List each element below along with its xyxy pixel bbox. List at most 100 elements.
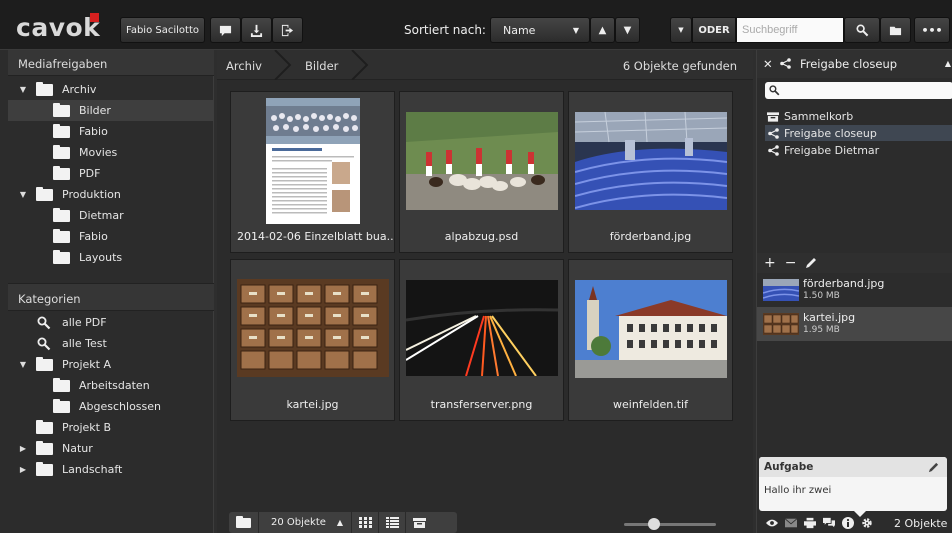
folder-icon: [36, 419, 53, 434]
logout-button[interactable]: [272, 17, 303, 43]
arrow-down-icon: ▼: [623, 24, 632, 36]
tree-item[interactable]: Bilder: [8, 100, 214, 121]
user-button[interactable]: Fabio Sacilotto: [120, 17, 205, 43]
download-button[interactable]: [241, 17, 272, 43]
sort-ascending-button[interactable]: ▲: [590, 17, 615, 43]
share-item-label: Freigabe closeup: [784, 126, 877, 140]
thumbnail-label: kartei.jpg: [286, 398, 339, 411]
sort-select[interactable]: Name ▼: [490, 17, 590, 43]
tree-item[interactable]: ▼ Projekt A: [8, 354, 214, 375]
expanded-arrow-icon[interactable]: ▼: [18, 360, 28, 369]
share-item-sammelkorb[interactable]: Sammelkorb: [765, 108, 952, 124]
tree-item-label: PDF: [79, 167, 101, 180]
page-size-select[interactable]: 20 Objekte ▲: [259, 512, 352, 533]
thumbnail-card[interactable]: 2014-02-06 Einzelblatt bua...: [230, 91, 395, 253]
tree-item[interactable]: ▶ Landschaft: [8, 459, 214, 480]
share-header: ✕ Freigabe closeup ▲: [757, 50, 952, 78]
tree-item[interactable]: Fabio: [8, 121, 214, 142]
folder-icon: [53, 144, 70, 159]
arrow-up-icon: ▲: [336, 518, 343, 527]
tree-item[interactable]: Abgeschlossen: [8, 396, 214, 417]
add-icon[interactable]: +: [764, 255, 776, 271]
breadcrumb-bilder[interactable]: Bilder: [305, 59, 338, 73]
thumbnail-card[interactable]: alpabzug.psd: [399, 91, 564, 253]
tree-item[interactable]: ▼ Archiv: [8, 79, 214, 100]
collapsed-arrow-icon[interactable]: ▶: [18, 444, 28, 453]
grid-view-button[interactable]: [352, 512, 379, 533]
thumbnail-card[interactable]: förderband.jpg: [568, 91, 733, 253]
zoom-slider[interactable]: [624, 518, 716, 530]
media-tree: ▼ Archiv Bilder Fabio Movies PDF ▼ Produktion Di…: [8, 79, 214, 268]
folder-icon: [53, 228, 70, 243]
left-sidebar: Mediafreigaben ▼ Archiv Bilder Fabio Movies P…: [0, 50, 214, 533]
arrow-up-icon[interactable]: ▲: [945, 59, 951, 68]
gear-icon[interactable]: [861, 517, 873, 529]
share-item-freigabe-dietmar[interactable]: Freigabe Dietmar: [765, 142, 952, 158]
list-icon: [385, 517, 399, 528]
share-file-item[interactable]: kartei.jpg 1.95 MB: [757, 307, 952, 341]
print-icon[interactable]: [804, 517, 816, 529]
tree-item[interactable]: PDF: [8, 163, 214, 184]
share-icon: [768, 127, 779, 139]
thumbnail-card[interactable]: weinfelden.tif: [568, 259, 733, 421]
thumbnail-card[interactable]: kartei.jpg: [230, 259, 395, 421]
pencil-icon[interactable]: [805, 257, 817, 269]
tree-item[interactable]: Layouts: [8, 247, 214, 268]
tree-item-label: Produktion: [62, 188, 121, 201]
share-icon: [780, 58, 792, 69]
thumbnail-label: alpabzug.psd: [444, 230, 519, 243]
comment-icon: [219, 25, 232, 36]
parade-thumbnail: [405, 112, 558, 210]
media-section-title: Mediafreigaben: [8, 50, 214, 76]
tree-item-label: Projekt B: [62, 421, 112, 434]
tree-item[interactable]: Movies: [8, 142, 214, 163]
folder-button[interactable]: [880, 17, 911, 43]
more-button[interactable]: •••: [914, 17, 950, 43]
comments-icon[interactable]: [823, 517, 835, 529]
breadcrumb-archiv[interactable]: Archiv: [226, 59, 262, 73]
zoom-slider-handle[interactable]: [648, 518, 660, 530]
search-mode-dropdown[interactable]: ▼: [670, 17, 692, 43]
share-file-item[interactable]: förderband.jpg 1.50 MB: [757, 273, 952, 307]
basket-view-button[interactable]: [406, 512, 433, 533]
eye-icon[interactable]: [766, 517, 778, 529]
folder-icon: [53, 102, 70, 117]
tree-item[interactable]: Fabio: [8, 226, 214, 247]
logo: cavok: [16, 13, 101, 42]
basket-icon: [767, 111, 779, 122]
thumbnail-label: transferserver.png: [430, 398, 533, 411]
search-button[interactable]: [844, 17, 880, 43]
share-item-freigabe-closeup[interactable]: Freigabe closeup: [765, 125, 952, 141]
comment-button[interactable]: [210, 17, 241, 43]
close-icon[interactable]: ✕: [763, 57, 773, 71]
tree-item-label: Dietmar: [79, 209, 124, 222]
tree-item-label: alle PDF: [62, 316, 107, 329]
share-search-input[interactable]: [765, 82, 952, 99]
tree-item[interactable]: Arbeitsdaten: [8, 375, 214, 396]
list-view-button[interactable]: [379, 512, 406, 533]
task-popover: Aufgabe Hallo ihr zwei: [759, 457, 947, 517]
share-item-label: Sammelkorb: [784, 109, 854, 123]
oder-toggle[interactable]: ODER: [692, 17, 736, 43]
tree-item[interactable]: alle Test: [8, 333, 214, 354]
expanded-arrow-icon[interactable]: ▼: [18, 85, 28, 94]
collapsed-arrow-icon[interactable]: ▶: [18, 465, 28, 474]
thumbnail-card[interactable]: transferserver.png: [399, 259, 564, 421]
expanded-arrow-icon[interactable]: ▼: [18, 190, 28, 199]
tree-item[interactable]: alle PDF: [8, 312, 214, 333]
info-icon[interactable]: [842, 517, 854, 529]
tree-item[interactable]: Dietmar: [8, 205, 214, 226]
tree-item[interactable]: ▶ Natur: [8, 438, 214, 459]
sort-descending-button[interactable]: ▼: [615, 17, 640, 43]
tree-item[interactable]: Projekt B: [8, 417, 214, 438]
folder-view-button[interactable]: [229, 512, 259, 533]
sort-value: Name: [503, 23, 536, 37]
share-tools: + −: [757, 253, 952, 273]
mail-icon[interactable]: [785, 517, 797, 529]
pencil-icon[interactable]: [928, 462, 939, 473]
results-count: 6 Objekte gefunden: [622, 59, 737, 73]
top-toolbar: cavok Fabio Sacilotto Sortiert nach: Nam…: [0, 0, 952, 50]
remove-icon[interactable]: −: [785, 255, 797, 271]
search-input[interactable]: Suchbegriff: [736, 17, 844, 43]
tree-item[interactable]: ▼ Produktion: [8, 184, 214, 205]
